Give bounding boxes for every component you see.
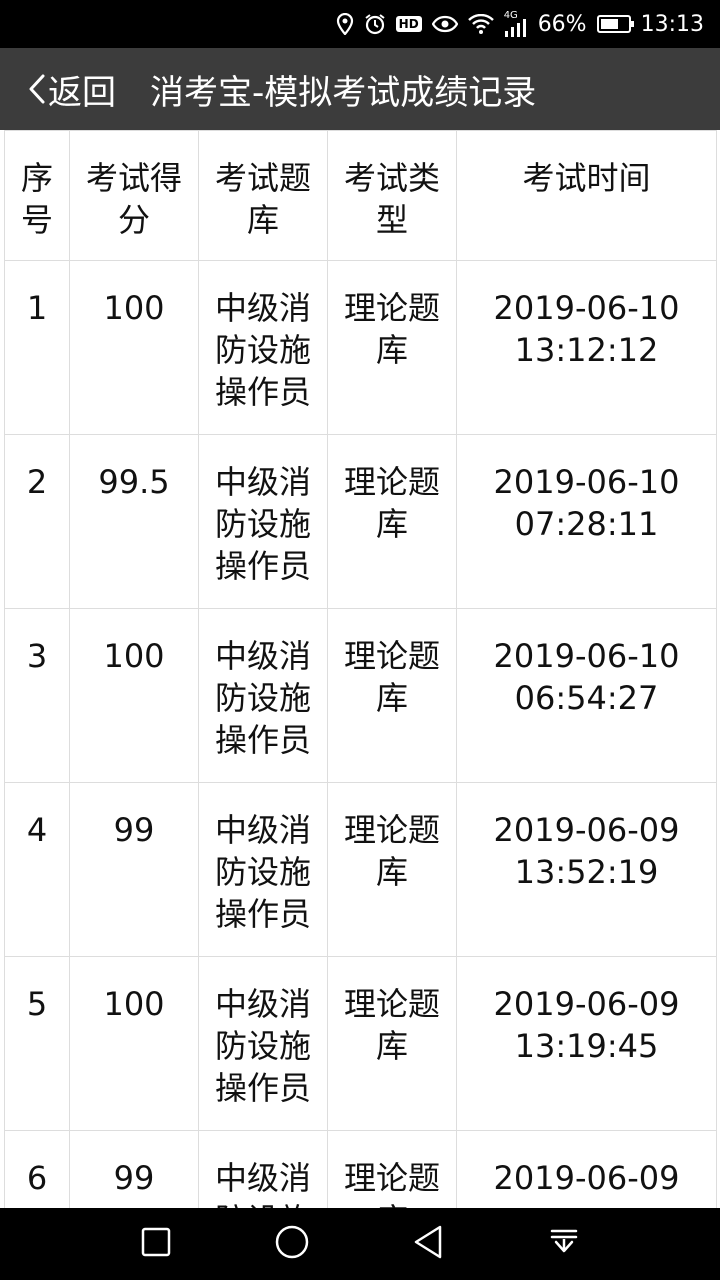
cell-time: 2019-06-09 — [456, 1130, 717, 1208]
cell-time-text: 07:28:11 — [514, 505, 659, 543]
table-row: 1 100 中级消防设施操作员 理论题库 2019-06-10 13:12:12 — [4, 260, 717, 435]
status-bar: HD 4G 66% 13:13 — [0, 0, 720, 48]
table-row: 2 99.5 中级消防设施操作员 理论题库 2019-06-10 07:28:11 — [4, 434, 717, 609]
cell-bank: 中级消防设施操作员 — [198, 782, 328, 957]
cell-time-text: 13:12:12 — [514, 331, 659, 369]
cell-date-text: 2019-06-10 — [493, 637, 680, 675]
cell-index: 4 — [4, 782, 70, 957]
column-header-index: 序号 — [4, 130, 70, 261]
wifi-icon — [467, 14, 494, 34]
column-header-bank: 考试题库 — [198, 130, 328, 261]
battery-percent: 66% — [537, 11, 587, 37]
table-row: 4 99 中级消防设施操作员 理论题库 2019-06-09 13:52:19 — [4, 782, 717, 957]
pull-down-icon — [549, 1227, 579, 1261]
back-label: 返回 — [48, 72, 116, 113]
alarm-icon — [364, 13, 386, 35]
cell-type: 理论题库 — [327, 956, 457, 1131]
cell-time: 2019-06-09 13:19:45 — [456, 956, 717, 1131]
cell-date-text: 2019-06-09 — [493, 811, 680, 849]
cell-date-text: 2019-06-09 — [493, 985, 680, 1023]
signal-icon: 4G — [504, 11, 528, 37]
cell-bank: 中级消防设施操作员 — [198, 1130, 328, 1208]
cell-bank: 中级消防设施操作员 — [198, 956, 328, 1131]
cell-time-text: 13:19:45 — [514, 1027, 659, 1065]
table-row: 3 100 中级消防设施操作员 理论题库 2019-06-10 06:54:27 — [4, 608, 717, 783]
clock: 13:13 — [640, 11, 704, 37]
cell-type: 理论题库 — [327, 434, 457, 609]
column-header-time: 考试时间 — [456, 130, 717, 261]
hd-badge: HD — [395, 16, 422, 32]
home-button[interactable] — [252, 1208, 332, 1280]
column-header-score: 考试得分 — [69, 130, 199, 261]
system-nav-bar — [0, 1208, 720, 1280]
back-button[interactable]: 返回 — [0, 48, 136, 130]
app-header: 返回 消考宝-模拟考试成绩记录 — [0, 48, 720, 130]
cell-index: 6 — [4, 1130, 70, 1208]
cell-time: 2019-06-10 13:12:12 — [456, 260, 717, 435]
cell-type: 理论题库 — [327, 782, 457, 957]
cell-time-text: 13:52:19 — [514, 853, 659, 891]
cell-date-text: 2019-06-10 — [493, 463, 680, 501]
battery-fill — [600, 19, 618, 29]
circle-icon — [275, 1225, 309, 1263]
location-icon — [336, 13, 354, 35]
cell-score: 100 — [69, 956, 199, 1131]
table-row: 6 99 中级消防设施操作员 理论题库 2019-06-09 — [4, 1130, 717, 1208]
table-row: 5 100 中级消防设施操作员 理论题库 2019-06-09 13:19:45 — [4, 956, 717, 1131]
square-icon — [141, 1227, 171, 1261]
battery-icon — [596, 15, 634, 33]
cell-score: 100 — [69, 608, 199, 783]
cell-date-text: 2019-06-09 — [493, 1159, 680, 1197]
cell-time-text: 06:54:27 — [514, 679, 659, 717]
cell-score: 99.5 — [69, 434, 199, 609]
cell-time: 2019-06-09 13:52:19 — [456, 782, 717, 957]
cell-type: 理论题库 — [327, 1130, 457, 1208]
nav-back-button[interactable] — [388, 1208, 468, 1280]
cell-index: 2 — [4, 434, 70, 609]
score-table: 序号 考试得分 考试题库 考试类型 考试时间 1 100 中级消防设施操作员 理… — [4, 130, 717, 1208]
cell-index: 5 — [4, 956, 70, 1131]
table-header-row: 序号 考试得分 考试题库 考试类型 考试时间 — [4, 130, 717, 261]
cell-type: 理论题库 — [327, 608, 457, 783]
cell-bank: 中级消防设施操作员 — [198, 608, 328, 783]
cell-time: 2019-06-10 06:54:27 — [456, 608, 717, 783]
cell-index: 1 — [4, 260, 70, 435]
cell-type: 理论题库 — [327, 260, 457, 435]
recents-button[interactable] — [116, 1208, 196, 1280]
page-title: 消考宝-模拟考试成绩记录 — [150, 72, 537, 113]
cell-bank: 中级消防设施操作员 — [198, 434, 328, 609]
triangle-back-icon — [413, 1225, 443, 1263]
eye-icon — [431, 15, 458, 33]
cell-index: 3 — [4, 608, 70, 783]
column-header-type: 考试类型 — [327, 130, 457, 261]
notification-pull-button[interactable] — [524, 1208, 604, 1280]
cell-score: 99 — [69, 782, 199, 957]
cell-date-text: 2019-06-10 — [493, 289, 680, 327]
cell-time: 2019-06-10 07:28:11 — [456, 434, 717, 609]
chevron-left-icon — [28, 73, 46, 105]
cell-bank: 中级消防设施操作员 — [198, 260, 328, 435]
score-table-container[interactable]: 序号 考试得分 考试题库 考试类型 考试时间 1 100 中级消防设施操作员 理… — [0, 130, 720, 1208]
cell-score: 99 — [69, 1130, 199, 1208]
cell-score: 100 — [69, 260, 199, 435]
